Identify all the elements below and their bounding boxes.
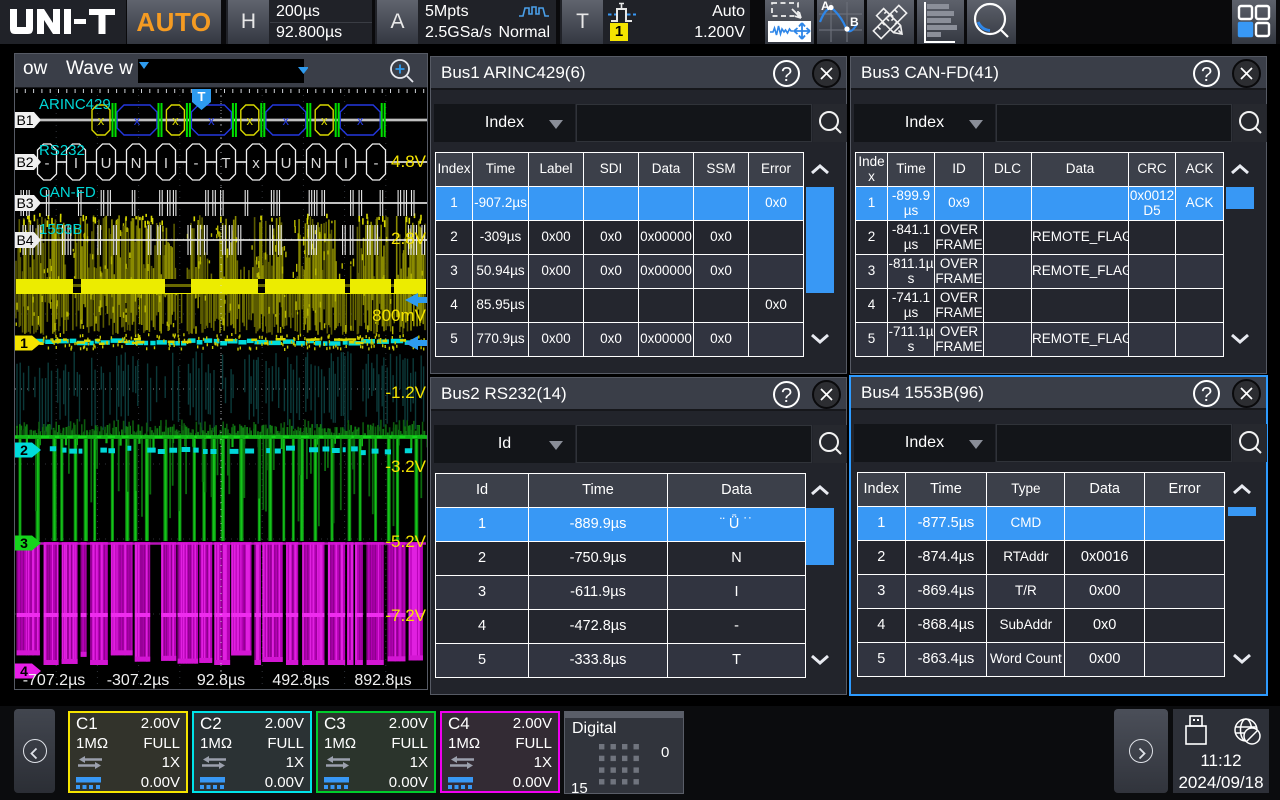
svg-text:U: U xyxy=(281,155,292,172)
svg-text:I: I xyxy=(344,155,348,172)
svg-text:1: 1 xyxy=(20,335,28,351)
svg-text:x: x xyxy=(98,113,105,128)
svg-text:92.8µs: 92.8µs xyxy=(197,672,245,689)
svg-text:N: N xyxy=(131,155,142,172)
svg-text:N: N xyxy=(311,155,322,172)
svg-text:-: - xyxy=(374,155,379,172)
svg-text:T: T xyxy=(221,155,230,172)
svg-text:2: 2 xyxy=(20,442,28,458)
svg-text:-7.2V: -7.2V xyxy=(385,606,426,625)
svg-text:-707.2µs: -707.2µs xyxy=(23,672,86,689)
svg-text:ARINC429: ARINC429 xyxy=(39,96,111,113)
svg-text:B2: B2 xyxy=(16,154,33,170)
svg-text:I: I xyxy=(164,155,168,172)
svg-text:x: x xyxy=(252,155,260,172)
svg-text:4.8V: 4.8V xyxy=(391,152,427,171)
svg-text:B4: B4 xyxy=(16,232,33,248)
svg-text:-307.2µs: -307.2µs xyxy=(107,672,170,689)
svg-text:x: x xyxy=(357,113,364,128)
svg-text:RS232: RS232 xyxy=(39,142,85,159)
svg-text:x: x xyxy=(172,113,179,128)
svg-text:1553B: 1553B xyxy=(39,221,82,238)
svg-text:-: - xyxy=(194,155,199,172)
svg-text:-3.2V: -3.2V xyxy=(385,457,426,476)
svg-text:A: A xyxy=(821,0,830,13)
svg-text:-5.2V: -5.2V xyxy=(385,532,426,551)
svg-text:x: x xyxy=(208,113,215,128)
svg-text:x: x xyxy=(247,113,254,128)
svg-text:492.8µs: 492.8µs xyxy=(272,672,329,689)
svg-text:2.8V: 2.8V xyxy=(391,229,427,248)
svg-text:x: x xyxy=(283,113,290,128)
svg-text:-1.2V: -1.2V xyxy=(385,383,426,402)
svg-text:800mV: 800mV xyxy=(372,306,427,325)
svg-text:CAN-FD: CAN-FD xyxy=(39,184,96,201)
svg-text:U: U xyxy=(101,155,112,172)
svg-text:x: x xyxy=(134,113,141,128)
svg-text:B: B xyxy=(850,15,859,29)
svg-text:3: 3 xyxy=(20,535,28,551)
svg-text:B3: B3 xyxy=(16,195,33,211)
svg-text:892.8µs: 892.8µs xyxy=(354,672,411,689)
svg-text:x: x xyxy=(321,113,328,128)
svg-text:T: T xyxy=(198,89,206,104)
svg-text:B1: B1 xyxy=(16,112,33,128)
